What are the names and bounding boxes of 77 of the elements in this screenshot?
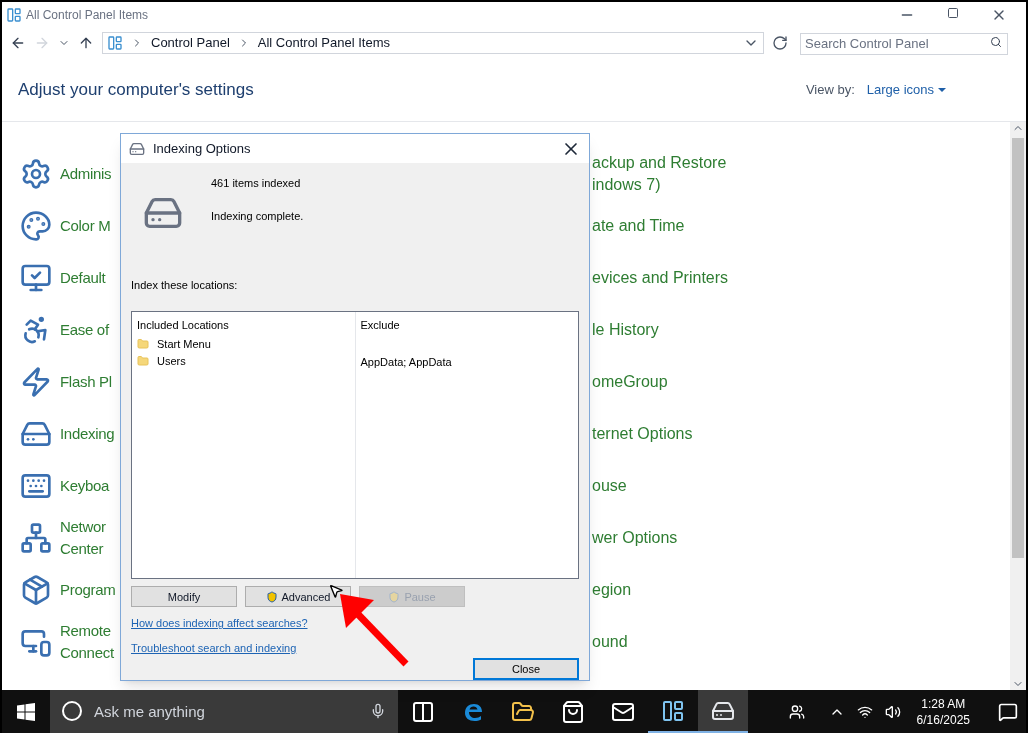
locations-label: Index these locations:: [131, 278, 239, 294]
scroll-thumb[interactable]: [1012, 138, 1024, 558]
view-by-dropdown[interactable]: Large icons: [866, 79, 946, 100]
item-label[interactable]: evices and Printers: [592, 267, 729, 289]
item-label[interactable]: omeGroup: [592, 371, 668, 393]
control-panel-icon: [6, 7, 22, 23]
dialog-title: Indexing Options: [153, 139, 251, 158]
lightning-icon: [20, 366, 52, 398]
close-button[interactable]: Close: [473, 658, 579, 680]
item-label[interactable]: ouse: [592, 475, 627, 497]
clock-date[interactable]: 6/16/2025: [916, 711, 970, 728]
item-label[interactable]: Flash Pl: [60, 371, 112, 393]
up-icon[interactable]: [78, 35, 94, 51]
search-icon: [990, 36, 1002, 48]
item-label[interactable]: le History: [592, 319, 659, 341]
item-label[interactable]: ate and Time: [592, 215, 685, 237]
item-label[interactable]: Center: [60, 538, 104, 560]
breadcrumb[interactable]: All Control Panel Items: [257, 33, 390, 53]
network-icon: [20, 522, 52, 554]
folder-icon: [137, 337, 149, 350]
column-header: Included Locations: [137, 317, 230, 333]
task-view-icon: [411, 699, 435, 724]
clock-time[interactable]: 1:28 AM: [921, 695, 966, 712]
location-row[interactable]: Users: [137, 354, 350, 368]
column-header: Exclude: [360, 317, 401, 333]
caret-icon: [938, 87, 946, 92]
item-label[interactable]: Ease of: [60, 319, 109, 341]
items-count: 461 items indexed: [211, 176, 302, 192]
taskbar-search-field[interactable]: Ask me anything: [50, 690, 398, 733]
people-icon[interactable]: [788, 703, 805, 720]
taskbar-app[interactable]: [698, 690, 748, 733]
window-title: All Control Panel Items: [26, 7, 149, 24]
view-by-label: View by:: [805, 80, 855, 99]
location-row[interactable]: Start Menu: [137, 337, 350, 351]
exclude-text: AppData; AppData: [360, 356, 452, 369]
item-label[interactable]: Adminis: [60, 163, 112, 185]
control-panel-icon: [661, 698, 685, 723]
item-label[interactable]: egion: [592, 579, 632, 601]
gear-icon: [20, 158, 52, 190]
folder-icon: [511, 699, 535, 724]
item-label[interactable]: ound: [592, 631, 628, 653]
monitor-check-icon: [20, 262, 52, 294]
item-label[interactable]: Networ: [60, 516, 106, 538]
status-text: Indexing complete.: [211, 208, 304, 224]
page-heading: Adjust your computer's settings: [18, 78, 254, 101]
item-label[interactable]: Default: [60, 267, 106, 289]
back-icon[interactable]: [10, 35, 26, 51]
folder-icon: [137, 354, 149, 367]
item-label[interactable]: Remote: [60, 620, 111, 642]
breadcrumb[interactable]: Control Panel: [151, 33, 230, 53]
drive-icon: [129, 140, 145, 157]
dialog-button[interactable]: Modify: [131, 586, 237, 608]
dialog-button[interactable]: Advanced: [245, 586, 351, 608]
item-label[interactable]: ternet Options: [592, 423, 693, 445]
item-label[interactable]: Program: [60, 579, 116, 601]
help-link[interactable]: Troubleshoot search and indexing: [131, 639, 297, 657]
notification-icon[interactable]: [998, 701, 1018, 722]
control-panel-icon: [107, 35, 123, 51]
item-label[interactable]: ackup and Restore: [592, 152, 727, 174]
palette-icon: [20, 210, 52, 242]
address-bar[interactable]: Control Panel All Control Panel Items: [102, 32, 764, 54]
item-label[interactable]: Indexing: [60, 423, 115, 445]
speaker-icon[interactable]: [884, 703, 901, 720]
store-icon: [561, 699, 585, 724]
help-link[interactable]: How does indexing affect searches?: [131, 615, 308, 632]
windows-logo-icon[interactable]: [17, 702, 35, 721]
microphone-icon: [370, 703, 386, 719]
mouse-cursor-icon: [328, 583, 344, 599]
package-icon: [20, 574, 52, 606]
search-field[interactable]: Search Control Panel: [800, 32, 1008, 55]
item-label[interactable]: Color M: [60, 215, 111, 237]
item-label[interactable]: wer Options: [592, 527, 678, 549]
item-label[interactable]: Keyboa: [60, 475, 110, 497]
scrollbar[interactable]: [1010, 122, 1026, 690]
refresh-icon[interactable]: [772, 35, 788, 51]
item-label[interactable]: indows 7): [592, 174, 661, 196]
item-label[interactable]: Connect: [60, 642, 114, 664]
